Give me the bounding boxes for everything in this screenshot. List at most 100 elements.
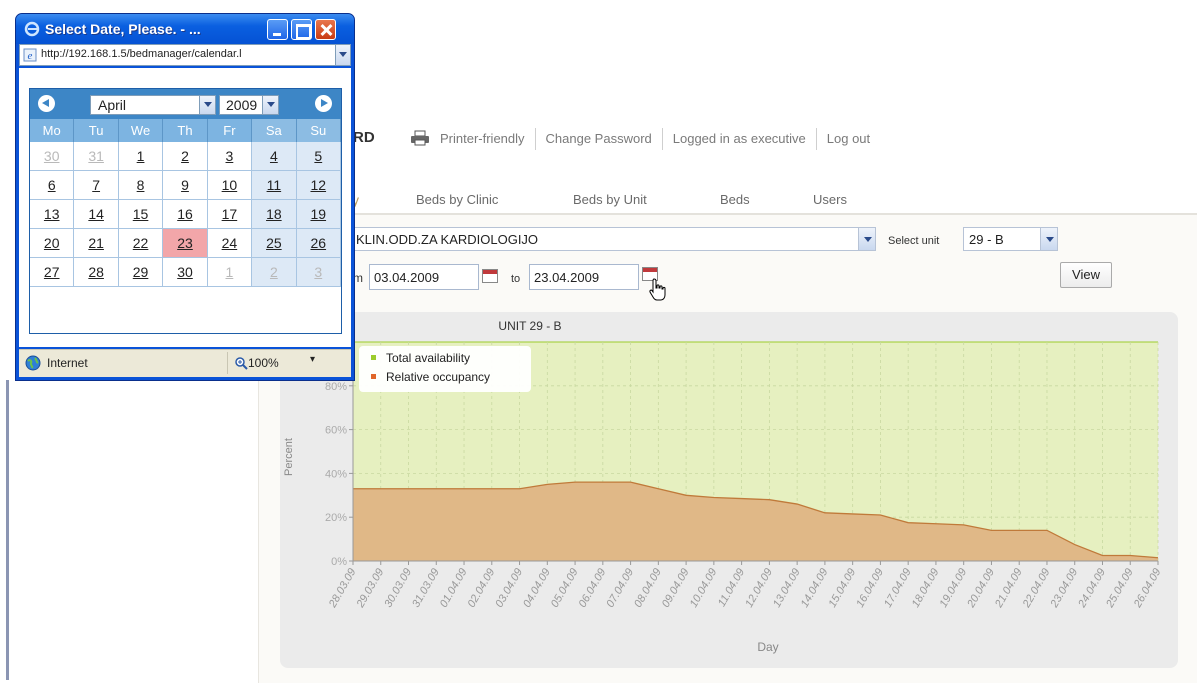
calendar-day[interactable]: 3 — [296, 258, 341, 287]
year-select[interactable]: 2009 — [219, 95, 279, 115]
maximize-button[interactable] — [291, 19, 312, 40]
calendar-day[interactable]: 14 — [74, 200, 119, 229]
chart-title: UNIT 29 - B — [498, 319, 561, 333]
calendar-day[interactable]: 2 — [252, 258, 297, 287]
calendar-day[interactable]: 27 — [30, 258, 75, 287]
chevron-down-icon[interactable] — [262, 96, 278, 114]
popup-content: April 2009 Mo Tu We Th Fr Sa Su 30 31 1 … — [19, 68, 351, 347]
chevron-down-icon[interactable]: ▾ — [310, 354, 315, 365]
legend-swatch — [371, 374, 376, 379]
calendar-day[interactable]: 3 — [207, 142, 253, 171]
calendar-day[interactable]: 26 — [296, 229, 341, 258]
legend-label: Total availability — [386, 351, 470, 365]
unit-select[interactable]: 29 - B — [963, 227, 1058, 251]
zoom-level: 100% — [248, 356, 279, 370]
calendar-day[interactable]: 9 — [163, 171, 208, 200]
weekday-header: Mo — [30, 119, 75, 142]
popup-title: Select Date, Please. - ... — [45, 21, 201, 37]
zoom-icon — [235, 357, 248, 370]
view-button[interactable]: View — [1060, 262, 1112, 288]
y-axis-label: Percent — [283, 438, 295, 476]
select-unit-label: Select unit — [888, 235, 940, 247]
printer-friendly-link[interactable]: Printer-friendly — [440, 128, 536, 150]
calendar-day[interactable]: 2 — [163, 142, 208, 171]
tab-beds[interactable]: Beds — [720, 192, 750, 207]
calendar-day[interactable]: 10 — [207, 171, 253, 200]
prev-month-button[interactable] — [38, 95, 55, 112]
tab-users[interactable]: Users — [813, 192, 847, 207]
calendar-day[interactable]: 6 — [30, 171, 75, 200]
y-tick-label: 0% — [331, 556, 347, 568]
calendar-day[interactable]: 25 — [252, 229, 297, 258]
chevron-down-icon[interactable] — [858, 228, 875, 250]
change-password-link[interactable]: Change Password — [536, 128, 663, 150]
logged-in-status: Logged in as executive — [663, 128, 817, 150]
calendar-icon[interactable] — [482, 269, 498, 283]
year-select-value: 2009 — [226, 97, 258, 113]
status-bar: Internet 100% ▾ — [19, 349, 351, 377]
calendar-day[interactable]: 21 — [74, 229, 119, 258]
chart-plot-area: 0%20%40%60%80%28.03.0929.03.0930.03.0931… — [325, 341, 1164, 610]
printer-icon[interactable] — [410, 130, 430, 146]
calendar-day[interactable]: 29 — [118, 258, 164, 287]
calendar-day[interactable]: 12 — [296, 171, 341, 200]
calendar-day[interactable]: 31 — [74, 142, 119, 171]
close-button[interactable] — [315, 19, 336, 40]
weekday-header: Th — [163, 119, 208, 142]
chevron-down-icon[interactable] — [335, 45, 350, 65]
chevron-down-icon[interactable] — [1040, 228, 1057, 250]
calendar-day[interactable]: 20 — [30, 229, 75, 258]
weekday-header: Sa — [252, 119, 297, 142]
logged-in-user: executive — [750, 131, 806, 146]
legend-label: Relative occupancy — [386, 370, 490, 384]
calendar-day[interactable]: 1 — [207, 258, 253, 287]
log-out-link[interactable]: Log out — [817, 128, 880, 150]
calendar-day[interactable]: 4 — [252, 142, 297, 171]
top-navigation: Printer-friendly Change Password Logged … — [440, 128, 880, 150]
calendar-day-selected[interactable]: 23 — [163, 229, 208, 258]
calendar-grid: Mo Tu We Th Fr Sa Su 30 31 1 2 3 4 5 6 7… — [30, 119, 341, 287]
calendar-day[interactable]: 16 — [163, 200, 208, 229]
tab-beds-by-unit[interactable]: Beds by Unit — [573, 192, 647, 207]
from-date-input[interactable]: 03.04.2009 — [369, 264, 479, 290]
y-tick-label: 80% — [325, 381, 347, 393]
popup-titlebar[interactable]: Select Date, Please. - ... — [16, 14, 354, 44]
weekday-header: Fr — [207, 119, 253, 142]
chart-panel: UNIT 29 - B Percent Day 0% 20% 40% 60% 80% 28… — [280, 312, 1178, 668]
unit-select-value: 29 - B — [969, 231, 1004, 247]
calendar-day[interactable]: 13 — [30, 200, 75, 229]
month-select[interactable]: April — [90, 95, 216, 115]
tab-beds-by-clinic[interactable]: Beds by Clinic — [416, 192, 498, 207]
internet-explorer-icon — [24, 21, 40, 37]
calendar-header: April 2009 — [30, 89, 341, 119]
calendar-day[interactable]: 30 — [30, 142, 75, 171]
calendar-day[interactable]: 17 — [207, 200, 253, 229]
minimize-button[interactable] — [267, 19, 288, 40]
calendar-day[interactable]: 30 — [163, 258, 208, 287]
globe-icon — [25, 355, 41, 371]
to-label: to — [511, 273, 521, 285]
next-month-button[interactable] — [315, 95, 332, 112]
svg-text:e: e — [28, 50, 33, 62]
calendar-day[interactable]: 1 — [118, 142, 164, 171]
clinic-select[interactable]: KLIN.ODD.ZA KARDIOLOGIJO — [350, 227, 876, 251]
calendar-day[interactable]: 19 — [296, 200, 341, 229]
address-bar[interactable]: e http://192.168.1.5/bedmanager/calendar… — [19, 44, 351, 66]
chevron-down-icon[interactable] — [199, 96, 215, 114]
calendar-day[interactable]: 11 — [252, 171, 297, 200]
calendar-day[interactable]: 22 — [118, 229, 164, 258]
page-icon: e — [23, 48, 37, 62]
hand-cursor-icon — [649, 278, 666, 301]
y-tick-label: 20% — [325, 512, 347, 524]
calendar-day[interactable]: 8 — [118, 171, 164, 200]
calendar-day[interactable]: 24 — [207, 229, 253, 258]
to-date-input[interactable]: 23.04.2009 — [529, 264, 639, 290]
address-url: http://192.168.1.5/bedmanager/calendar.l — [41, 48, 242, 60]
calendar-day[interactable]: 7 — [74, 171, 119, 200]
x-axis-label: Day — [757, 640, 778, 654]
calendar-day[interactable]: 18 — [252, 200, 297, 229]
calendar-day[interactable]: 15 — [118, 200, 164, 229]
calendar-day[interactable]: 28 — [74, 258, 119, 287]
calendar-day[interactable]: 5 — [296, 142, 341, 171]
zoom-control[interactable]: 100% ▾ — [227, 352, 323, 374]
